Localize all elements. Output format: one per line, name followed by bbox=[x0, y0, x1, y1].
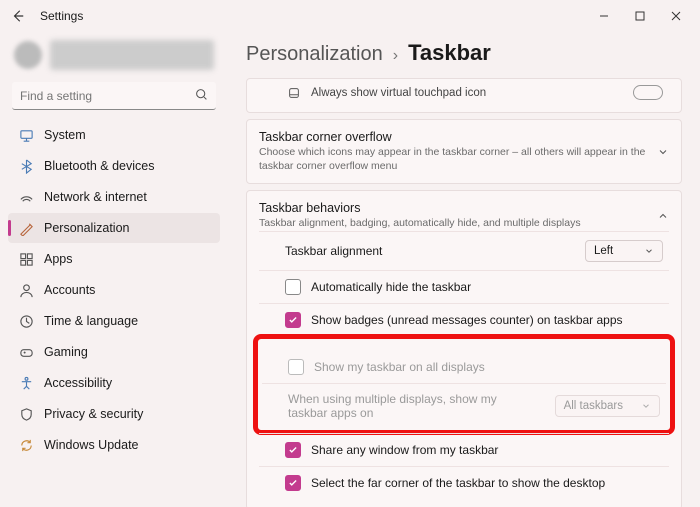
touchpad-row: Always show virtual touchpad icon bbox=[246, 78, 682, 113]
sidebar-item-label: Privacy & security bbox=[44, 407, 143, 421]
all-displays-row: Show my taskbar on all displays bbox=[262, 351, 666, 383]
chevron-up-icon bbox=[657, 210, 669, 222]
accessibility-icon bbox=[18, 375, 34, 391]
far-corner-row[interactable]: Select the far corner of the taskbar to … bbox=[259, 466, 669, 499]
auto-hide-checkbox[interactable] bbox=[285, 279, 301, 295]
search-icon bbox=[195, 88, 208, 101]
overflow-title: Taskbar corner overflow bbox=[259, 130, 647, 144]
chevron-down-icon bbox=[657, 146, 669, 158]
alignment-row: Taskbar alignment Left bbox=[259, 231, 669, 270]
sidebar-item-label: Bluetooth & devices bbox=[44, 159, 155, 173]
apps-icon bbox=[18, 251, 34, 267]
avatar bbox=[14, 41, 42, 69]
auto-hide-row[interactable]: Automatically hide the taskbar bbox=[259, 270, 669, 303]
breadcrumb: Personalization › Taskbar bbox=[246, 40, 682, 66]
search-box[interactable] bbox=[12, 82, 216, 110]
touchpad-icon bbox=[287, 86, 301, 100]
close-button[interactable] bbox=[658, 2, 694, 30]
chevron-right-icon: › bbox=[393, 47, 398, 65]
share-checkbox[interactable] bbox=[285, 442, 301, 458]
behaviors-header[interactable]: Taskbar behaviors Taskbar alignment, bad… bbox=[259, 201, 669, 231]
badges-label: Show badges (unread messages counter) on… bbox=[311, 313, 623, 327]
badges-row[interactable]: Show badges (unread messages counter) on… bbox=[259, 303, 669, 336]
auto-hide-label: Automatically hide the taskbar bbox=[311, 280, 471, 294]
sidebar-item-label: Accounts bbox=[44, 283, 95, 297]
minimize-button[interactable] bbox=[586, 2, 622, 30]
update-icon bbox=[18, 437, 34, 453]
bluetooth-icon bbox=[18, 158, 34, 174]
sidebar-item-label: Personalization bbox=[44, 221, 129, 235]
behaviors-sub: Taskbar alignment, badging, automaticall… bbox=[259, 217, 581, 231]
sidebar-item-bluetooth[interactable]: Bluetooth & devices bbox=[8, 151, 220, 181]
accounts-icon bbox=[18, 282, 34, 298]
sidebar-item-label: Windows Update bbox=[44, 438, 139, 452]
sidebar-item-gaming[interactable]: Gaming bbox=[8, 337, 220, 367]
touchpad-label: Always show virtual touchpad icon bbox=[311, 87, 486, 99]
chevron-down-icon bbox=[644, 246, 654, 256]
back-button[interactable] bbox=[6, 4, 30, 28]
user-profile[interactable] bbox=[8, 36, 220, 80]
sidebar-item-apps[interactable]: Apps bbox=[8, 244, 220, 274]
window-title: Settings bbox=[40, 9, 83, 23]
overflow-sub: Choose which icons may appear in the tas… bbox=[259, 146, 647, 173]
sidebar-item-network[interactable]: Network & internet bbox=[8, 182, 220, 212]
sidebar-item-accessibility[interactable]: Accessibility bbox=[8, 368, 220, 398]
sidebar-item-label: Accessibility bbox=[44, 376, 112, 390]
alignment-select[interactable]: Left bbox=[585, 240, 663, 262]
privacy-icon bbox=[18, 406, 34, 422]
sidebar-item-label: System bbox=[44, 128, 86, 142]
system-icon bbox=[18, 127, 34, 143]
all-displays-label: Show my taskbar on all displays bbox=[314, 360, 485, 374]
time-icon bbox=[18, 313, 34, 329]
all-displays-checkbox bbox=[288, 359, 304, 375]
sidebar-item-label: Gaming bbox=[44, 345, 88, 359]
maximize-button[interactable] bbox=[622, 2, 658, 30]
share-row[interactable]: Share any window from my taskbar bbox=[259, 433, 669, 466]
sidebar-item-personalization[interactable]: Personalization bbox=[8, 213, 220, 243]
multi-display-select: All taskbars bbox=[555, 395, 660, 417]
far-corner-checkbox[interactable] bbox=[285, 475, 301, 491]
alignment-label: Taskbar alignment bbox=[285, 244, 382, 258]
personalization-icon bbox=[18, 220, 34, 236]
behaviors-card: Taskbar behaviors Taskbar alignment, bad… bbox=[246, 190, 682, 507]
gaming-icon bbox=[18, 344, 34, 360]
multi-display-label: When using multiple displays, show my ta… bbox=[288, 392, 538, 420]
badges-checkbox[interactable] bbox=[285, 312, 301, 328]
share-label: Share any window from my taskbar bbox=[311, 443, 498, 457]
sidebar-item-time[interactable]: Time & language bbox=[8, 306, 220, 336]
breadcrumb-parent[interactable]: Personalization bbox=[246, 43, 383, 66]
overflow-card[interactable]: Taskbar corner overflow Choose which ico… bbox=[246, 119, 682, 184]
sidebar-item-label: Apps bbox=[44, 252, 73, 266]
search-input[interactable] bbox=[12, 82, 216, 110]
sidebar-item-system[interactable]: System bbox=[8, 120, 220, 150]
touchpad-toggle[interactable] bbox=[633, 85, 663, 100]
sidebar-item-label: Time & language bbox=[44, 314, 138, 328]
sidebar-item-update[interactable]: Windows Update bbox=[8, 430, 220, 460]
highlight-box: Show my taskbar on all displays When usi… bbox=[253, 334, 675, 435]
user-name bbox=[50, 40, 214, 70]
breadcrumb-current: Taskbar bbox=[408, 40, 491, 66]
behaviors-title: Taskbar behaviors bbox=[259, 201, 581, 215]
far-corner-label: Select the far corner of the taskbar to … bbox=[311, 476, 605, 490]
chevron-down-icon bbox=[641, 401, 651, 411]
multi-display-row: When using multiple displays, show my ta… bbox=[262, 383, 666, 428]
sidebar-item-accounts[interactable]: Accounts bbox=[8, 275, 220, 305]
sidebar-item-privacy[interactable]: Privacy & security bbox=[8, 399, 220, 429]
alignment-value: Left bbox=[594, 245, 613, 257]
multi-display-value: All taskbars bbox=[564, 400, 623, 412]
sidebar-item-label: Network & internet bbox=[44, 190, 147, 204]
network-icon bbox=[18, 189, 34, 205]
